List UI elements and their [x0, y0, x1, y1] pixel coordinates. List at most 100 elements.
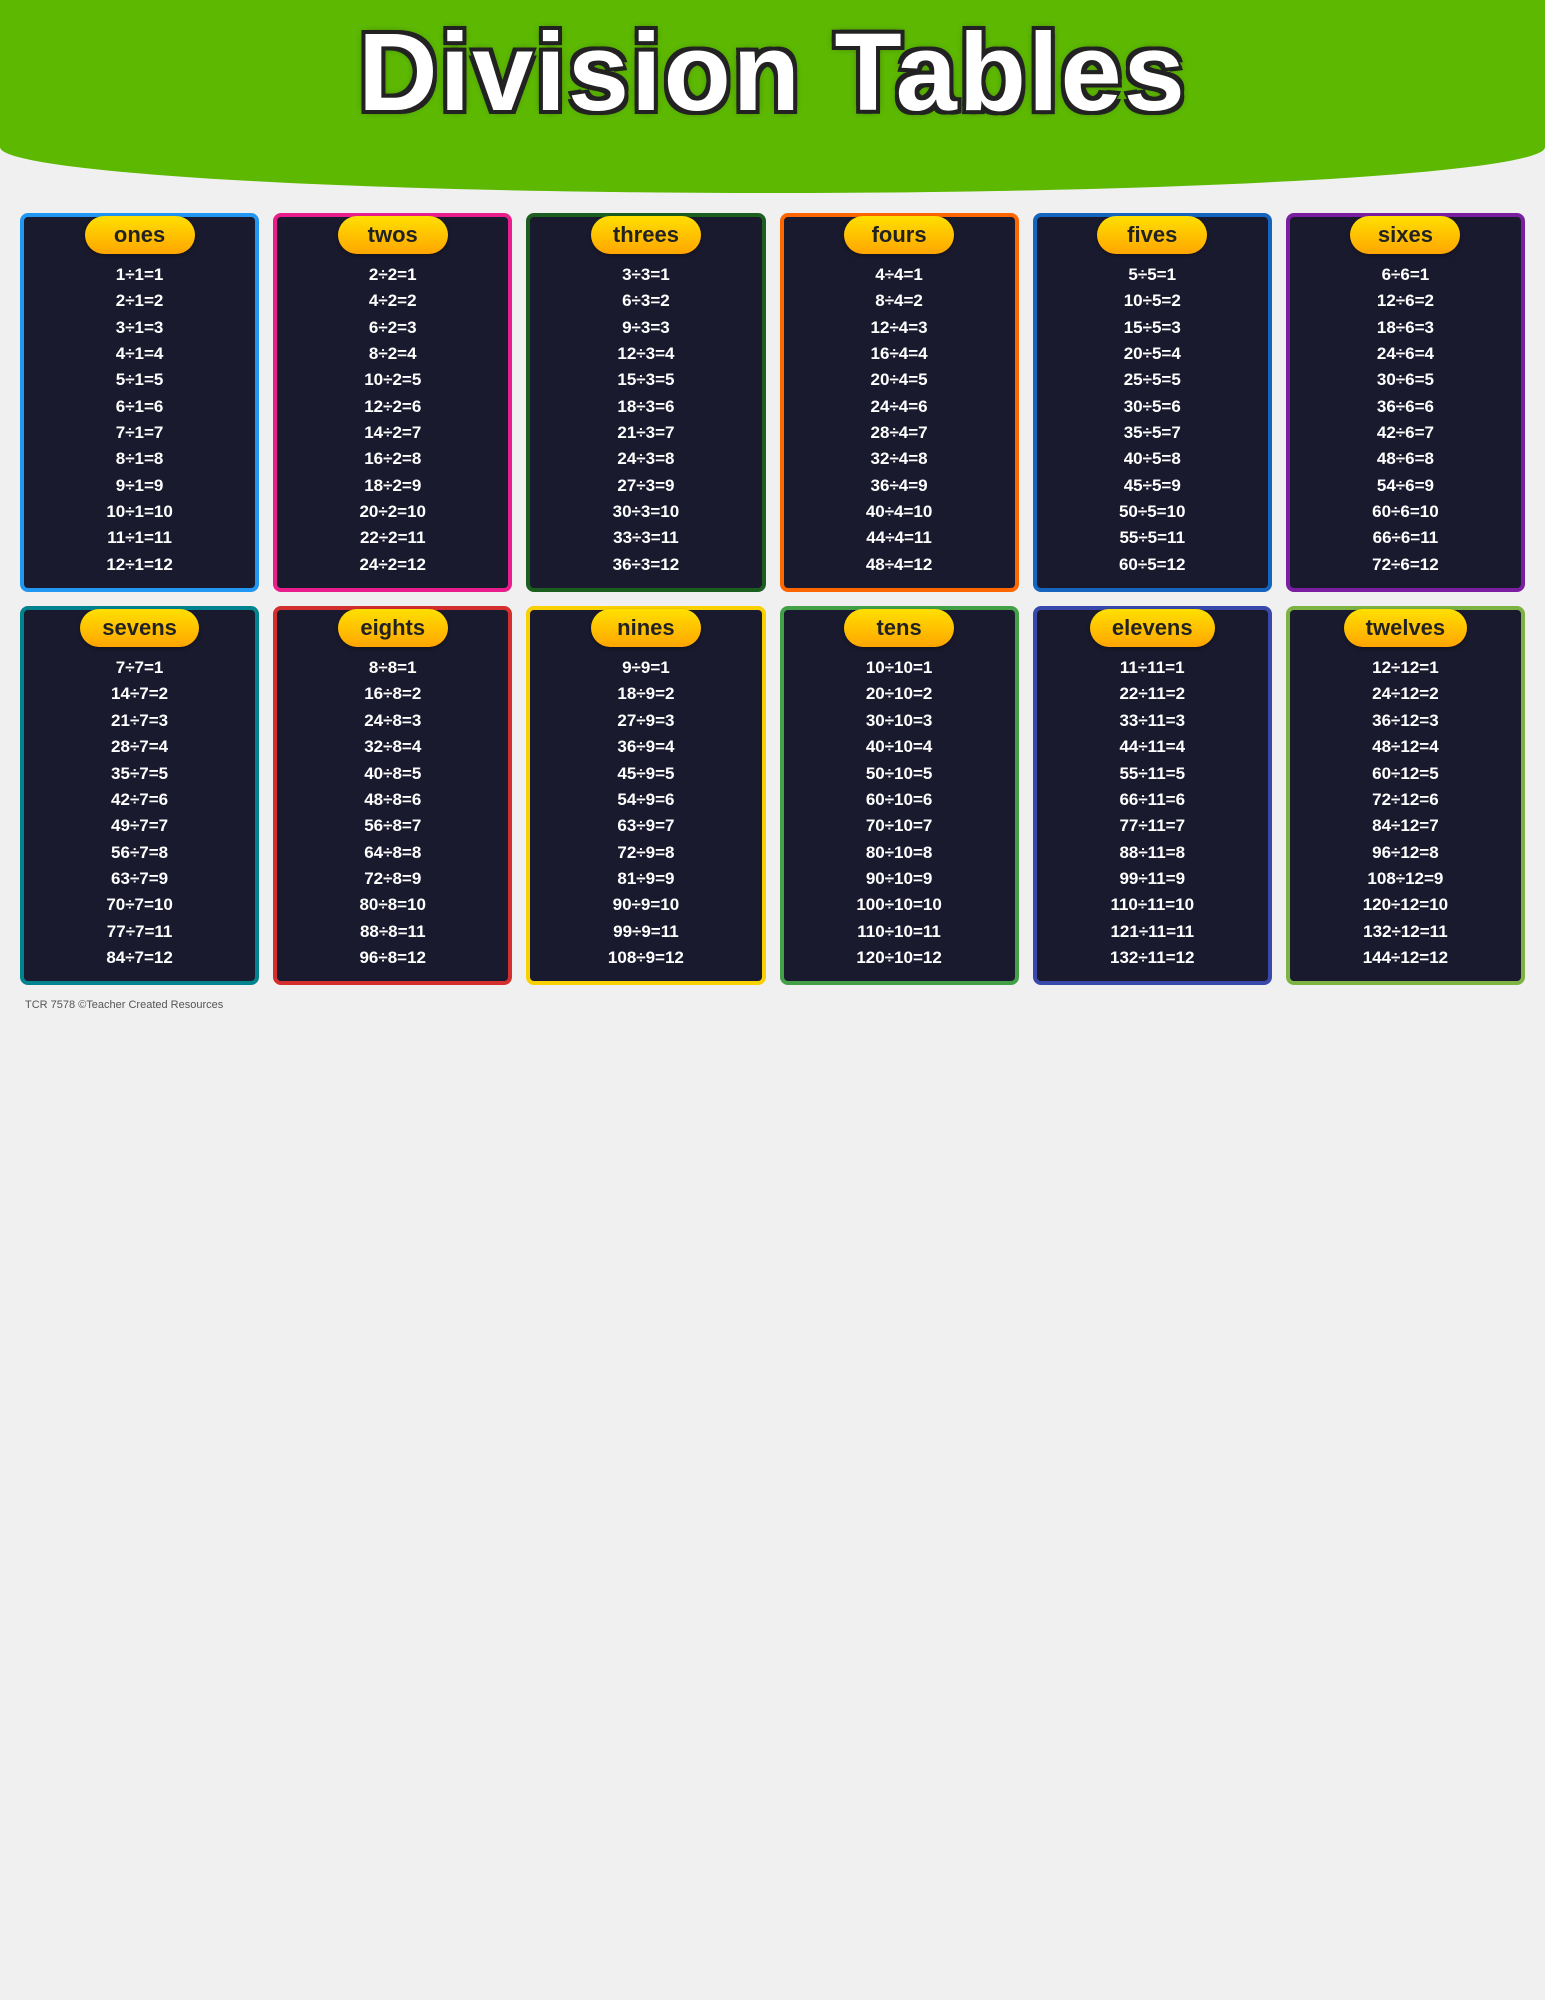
equation-item: 99÷11=9 [1119, 866, 1185, 892]
equation-list-sixes: 6÷6=112÷6=218÷6=324÷6=430÷6=536÷6=642÷6=… [1290, 262, 1521, 578]
equation-item: 72÷6=12 [1372, 552, 1439, 578]
equation-item: 20÷4=5 [871, 367, 928, 393]
equation-item: 108÷12=9 [1367, 866, 1443, 892]
equation-item: 3÷1=3 [116, 315, 164, 341]
equation-item: 2÷2=1 [369, 262, 417, 288]
equation-item: 8÷2=4 [369, 341, 417, 367]
equation-item: 90÷9=10 [613, 892, 680, 918]
equation-item: 70÷7=10 [106, 892, 173, 918]
equation-item: 10÷5=2 [1124, 288, 1181, 314]
table-card-twos: twos 2÷2=14÷2=26÷2=38÷2=410÷2=512÷2=614÷2… [273, 213, 512, 592]
equation-item: 12÷1=12 [106, 552, 173, 578]
equation-item: 42÷7=6 [111, 787, 168, 813]
equation-item: 40÷4=10 [866, 499, 933, 525]
equation-item: 54÷9=6 [617, 787, 674, 813]
equation-item: 99÷9=11 [613, 919, 679, 945]
equation-item: 10÷1=10 [106, 499, 173, 525]
equation-item: 44÷11=4 [1119, 734, 1185, 760]
equation-item: 30÷3=10 [613, 499, 680, 525]
equation-item: 45÷5=9 [1124, 473, 1181, 499]
equation-item: 63÷7=9 [111, 866, 168, 892]
table-label-ones: ones [85, 216, 195, 254]
equation-item: 30÷5=6 [1124, 394, 1181, 420]
equation-item: 8÷1=8 [116, 446, 164, 472]
equation-item: 84÷7=12 [106, 945, 173, 971]
table-card-ones: ones 1÷1=12÷1=23÷1=34÷1=45÷1=56÷1=67÷1=78… [20, 213, 259, 592]
equation-item: 7÷7=1 [116, 655, 164, 681]
equation-item: 18÷9=2 [617, 681, 674, 707]
equation-item: 5÷5=1 [1128, 262, 1176, 288]
equation-list-fours: 4÷4=18÷4=212÷4=316÷4=420÷4=524÷4=628÷4=7… [784, 262, 1015, 578]
equation-item: 90÷10=9 [866, 866, 933, 892]
equation-item: 30÷6=5 [1377, 367, 1434, 393]
table-label-twos: twos [338, 216, 448, 254]
equation-item: 16÷8=2 [364, 681, 421, 707]
equation-item: 18÷2=9 [364, 473, 421, 499]
equation-item: 66÷11=6 [1119, 787, 1185, 813]
equation-item: 24÷4=6 [871, 394, 928, 420]
table-label-tens: tens [844, 609, 954, 647]
equation-item: 10÷2=5 [364, 367, 421, 393]
equation-item: 11÷11=1 [1120, 655, 1185, 681]
equation-list-ones: 1÷1=12÷1=23÷1=34÷1=45÷1=56÷1=67÷1=78÷1=8… [24, 262, 255, 578]
equation-item: 12÷2=6 [364, 394, 421, 420]
equation-item: 54÷6=9 [1377, 473, 1434, 499]
table-card-eights: eights 8÷8=116÷8=224÷8=332÷8=440÷8=548÷8=… [273, 606, 512, 985]
equation-item: 18÷3=6 [617, 394, 674, 420]
equation-item: 12÷12=1 [1372, 655, 1439, 681]
equation-item: 72÷8=9 [364, 866, 421, 892]
equation-item: 24÷6=4 [1377, 341, 1434, 367]
table-label-sevens: sevens [80, 609, 199, 647]
table-card-fours: fours4÷4=18÷4=212÷4=316÷4=420÷4=524÷4=62… [780, 213, 1019, 592]
equation-item: 20÷5=4 [1124, 341, 1181, 367]
table-card-fives: fives5÷5=110÷5=215÷5=320÷5=425÷5=530÷5=6… [1033, 213, 1272, 592]
equation-item: 28÷4=7 [871, 420, 928, 446]
equation-item: 6÷2=3 [369, 315, 417, 341]
equation-list-twos: 2÷2=14÷2=26÷2=38÷2=410÷2=512÷2=614÷2=716… [277, 262, 508, 578]
equation-item: 72÷9=8 [617, 840, 674, 866]
equation-list-twelves: 12÷12=124÷12=236÷12=348÷12=460÷12=572÷12… [1290, 655, 1521, 971]
equation-list-tens: 10÷10=120÷10=230÷10=340÷10=450÷10=560÷10… [784, 655, 1015, 971]
table-label-twelves: twelves [1344, 609, 1468, 647]
equation-item: 24÷8=3 [364, 708, 421, 734]
equation-item: 21÷7=3 [111, 708, 168, 734]
equation-item: 9÷1=9 [116, 473, 164, 499]
equation-list-eights: 8÷8=116÷8=224÷8=332÷8=440÷8=548÷8=656÷8=… [277, 655, 508, 971]
equation-item: 120÷10=12 [856, 945, 941, 971]
equation-item: 80÷8=10 [359, 892, 426, 918]
equation-item: 50÷10=5 [866, 761, 933, 787]
equation-list-sevens: 7÷7=114÷7=221÷7=328÷7=435÷7=542÷7=649÷7=… [24, 655, 255, 971]
table-label-eights: eights [338, 609, 448, 647]
table-card-elevens: elevens11÷11=122÷11=233÷11=344÷11=455÷11… [1033, 606, 1272, 985]
equation-item: 77÷11=7 [1119, 813, 1185, 839]
equation-item: 24÷3=8 [617, 446, 674, 472]
equation-item: 81÷9=9 [617, 866, 674, 892]
equation-item: 30÷10=3 [866, 708, 933, 734]
equation-item: 56÷7=8 [111, 840, 168, 866]
table-label-fives: fives [1097, 216, 1207, 254]
table-card-twelves: twelves 12÷12=124÷12=236÷12=348÷12=460÷12… [1286, 606, 1525, 985]
equation-item: 40÷8=5 [364, 761, 421, 787]
equation-item: 144÷12=12 [1363, 945, 1448, 971]
equation-item: 24÷12=2 [1372, 681, 1439, 707]
equation-item: 88÷8=11 [360, 919, 426, 945]
equation-item: 48÷6=8 [1377, 446, 1434, 472]
equation-item: 12÷6=2 [1377, 288, 1434, 314]
equation-item: 6÷3=2 [622, 288, 670, 314]
equation-item: 11÷1=11 [107, 525, 172, 551]
table-label-nines: nines [591, 609, 701, 647]
equation-item: 77÷7=11 [107, 919, 173, 945]
equation-item: 10÷10=1 [866, 655, 933, 681]
equation-item: 12÷3=4 [617, 341, 674, 367]
equation-list-nines: 9÷9=118÷9=227÷9=336÷9=445÷9=554÷9=663÷9=… [530, 655, 761, 971]
equation-item: 3÷3=1 [622, 262, 670, 288]
equation-item: 48÷4=12 [866, 552, 933, 578]
equation-item: 64÷8=8 [364, 840, 421, 866]
equation-item: 7÷1=7 [116, 420, 164, 446]
equation-item: 108÷9=12 [608, 945, 684, 971]
table-label-elevens: elevens [1090, 609, 1215, 647]
equation-item: 48÷8=6 [364, 787, 421, 813]
equation-item: 45÷9=5 [617, 761, 674, 787]
equation-item: 60÷12=5 [1372, 761, 1439, 787]
equation-item: 15÷5=3 [1124, 315, 1181, 341]
